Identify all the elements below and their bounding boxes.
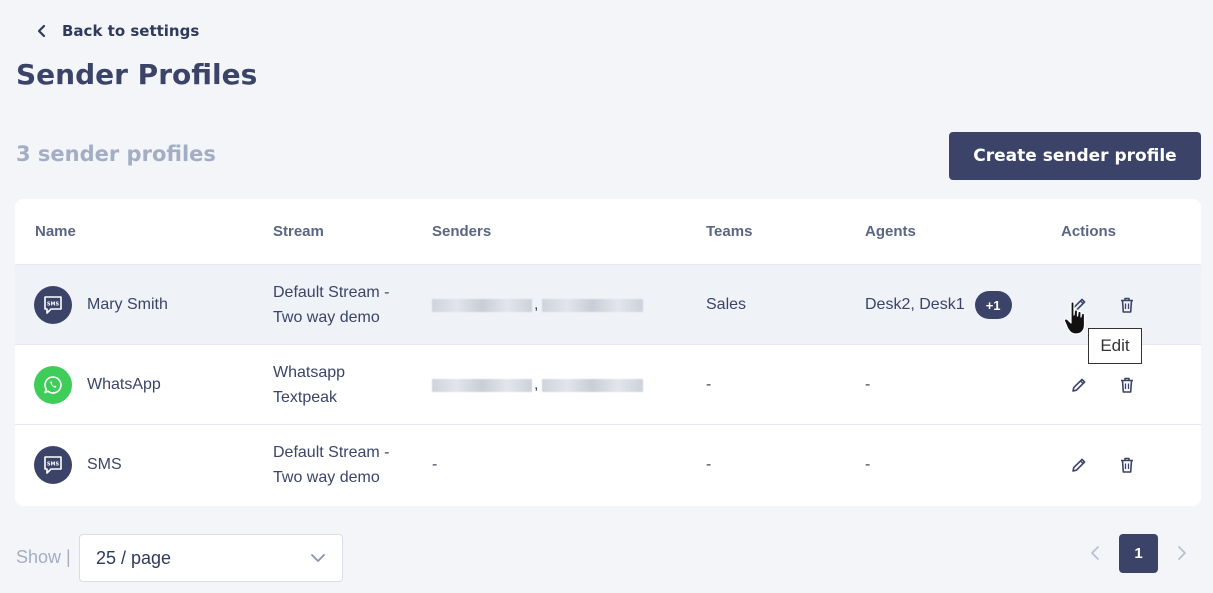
- previous-page-button[interactable]: [1088, 544, 1102, 562]
- show-label: Show |: [16, 547, 71, 567]
- profile-name: Mary Smith: [87, 296, 168, 313]
- column-header-teams: Teams: [706, 223, 753, 240]
- stream-line: Default Stream -: [273, 284, 390, 301]
- stream-line: Textpeak: [273, 389, 338, 406]
- profile-name: WhatsApp: [87, 376, 161, 393]
- hand-cursor-icon: [1063, 301, 1086, 335]
- stream-line: Default Stream -: [273, 444, 390, 461]
- trash-icon: [1121, 297, 1133, 313]
- column-header-senders: Senders: [432, 223, 492, 240]
- chevron-down-icon: [311, 554, 325, 562]
- senders-cell: ,: [432, 265, 644, 345]
- column-header-agents: Agents: [865, 223, 916, 240]
- chevron-left-icon: [37, 24, 46, 38]
- stream-cell: Default Stream - Two way demo: [273, 425, 389, 505]
- trash-icon: [1121, 457, 1133, 473]
- teams-cell: Sales: [706, 296, 747, 313]
- column-header-actions: Actions: [1061, 223, 1117, 240]
- page-size-select[interactable]: 25 / page: [79, 534, 343, 582]
- page-size-value: 25 / page: [96, 547, 172, 568]
- edit-button[interactable]: [1068, 374, 1090, 396]
- teams-cell: -: [706, 456, 712, 473]
- profile-count: 3 sender profiles: [16, 142, 216, 166]
- senders-cell: ,: [432, 345, 644, 425]
- edit-tooltip: Edit: [1088, 328, 1142, 364]
- back-label: Back to settings: [62, 22, 200, 40]
- agent-name: Desk2,: [865, 296, 915, 313]
- redacted-sender: [542, 298, 644, 312]
- trash-icon: [1121, 377, 1133, 393]
- redacted-sender: [432, 378, 532, 392]
- table-row[interactable]: SMS Mary Smith Default Stream - Two way d…: [15, 265, 1201, 345]
- back-to-settings-link[interactable]: Back to settings: [36, 22, 199, 40]
- stream-line: Two way demo: [273, 309, 380, 326]
- profile-name-cell: SMS SMS: [34, 425, 122, 505]
- column-header-name: Name: [35, 223, 76, 240]
- table-header: Name Stream Senders Teams Agents Actions: [15, 199, 1201, 265]
- stream-cell: Default Stream - Two way demo: [273, 265, 389, 345]
- senders-cell: -: [432, 456, 438, 473]
- stream-line: Two way demo: [273, 469, 380, 486]
- edit-button[interactable]: [1068, 454, 1090, 476]
- profile-name-cell: SMS Mary Smith: [34, 265, 168, 345]
- whatsapp-icon: [34, 366, 72, 404]
- agent-name: Desk1: [919, 296, 965, 313]
- stream-cell: Whatsapp Textpeak: [273, 345, 345, 425]
- more-agents-badge[interactable]: +1: [974, 291, 1012, 319]
- profile-name: SMS: [87, 456, 122, 473]
- agents-cell: Desk2, Desk1 +1: [865, 265, 1012, 345]
- profile-name-cell: WhatsApp: [34, 345, 161, 425]
- svg-text:SMS: SMS: [47, 302, 60, 308]
- sms-icon: SMS: [34, 286, 72, 324]
- agents-cell: -: [865, 456, 871, 473]
- pencil-icon: [1072, 458, 1086, 472]
- sender-profiles-table: Name Stream Senders Teams Agents Actions…: [15, 199, 1201, 506]
- next-page-button[interactable]: [1175, 544, 1189, 562]
- sms-icon: SMS: [34, 446, 72, 484]
- redacted-sender: [432, 298, 532, 312]
- column-header-stream: Stream: [273, 223, 324, 240]
- page-title: Sender Profiles: [16, 58, 258, 91]
- table-row[interactable]: WhatsApp Whatsapp Textpeak , - -: [15, 345, 1201, 425]
- teams-cell: -: [706, 376, 712, 393]
- delete-button[interactable]: [1116, 454, 1138, 476]
- agents-cell: -: [865, 376, 871, 393]
- svg-text:SMS: SMS: [47, 462, 60, 468]
- page-1-button[interactable]: 1: [1119, 534, 1158, 573]
- delete-button[interactable]: [1116, 294, 1138, 316]
- redacted-sender: [542, 378, 644, 392]
- delete-button[interactable]: [1116, 374, 1138, 396]
- create-sender-profile-button[interactable]: Create sender profile: [949, 132, 1201, 180]
- stream-line: Whatsapp: [273, 364, 346, 381]
- table-row[interactable]: SMS SMS Default Stream - Two way demo - -…: [15, 425, 1201, 505]
- pencil-icon: [1072, 378, 1086, 392]
